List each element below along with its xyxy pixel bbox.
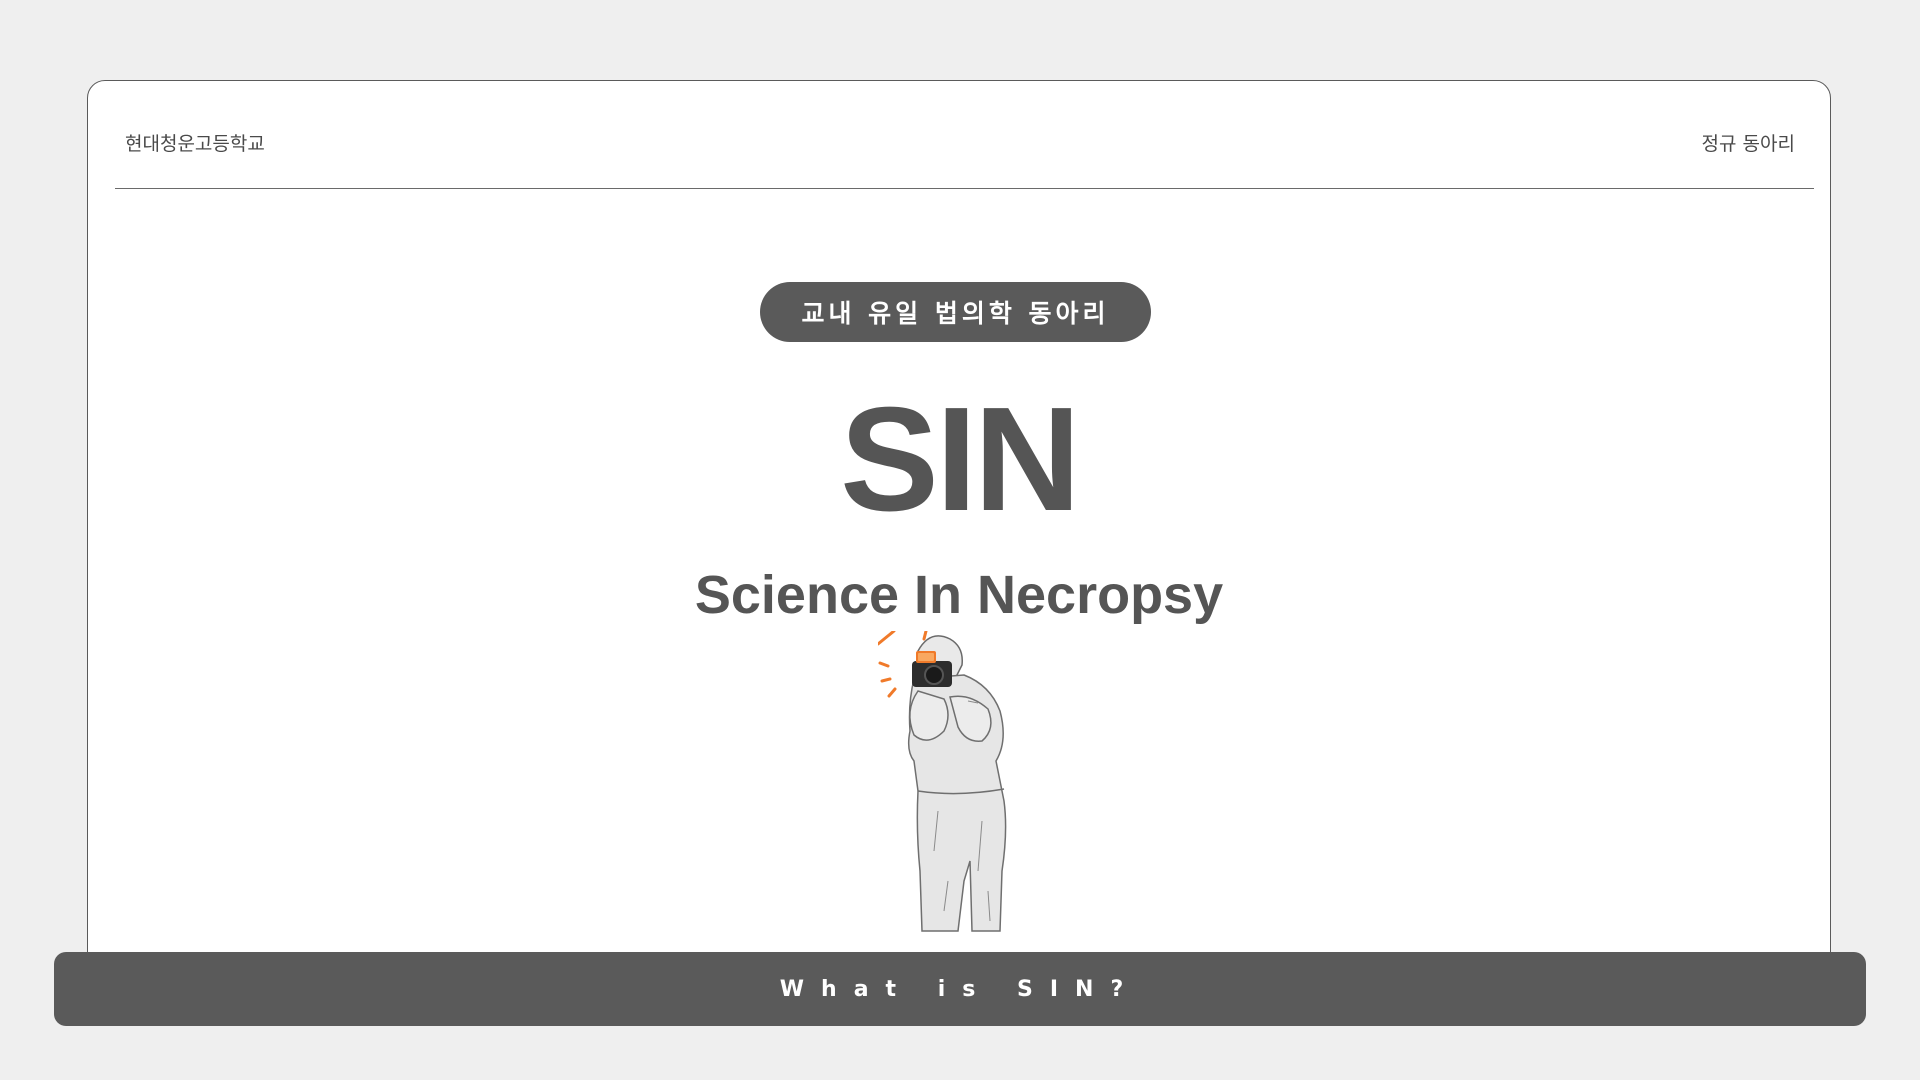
club-title: SIN [840, 377, 1081, 542]
header: 현대청운고등학교 정규 동아리 [88, 81, 1830, 189]
page: 현대청운고등학교 정규 동아리 교내 유일 법의학 동아리 SIN Scienc… [0, 0, 1920, 1080]
club-type: 정규 동아리 [1701, 133, 1795, 155]
what-is-sin-button[interactable]: What is SIN? [54, 952, 1866, 1026]
hero-card: 현대청운고등학교 정규 동아리 교내 유일 법의학 동아리 SIN Scienc… [87, 80, 1831, 980]
header-divider [115, 188, 1814, 189]
tagline-badge: 교내 유일 법의학 동아리 [760, 282, 1151, 342]
club-subtitle: Science In Necropsy [694, 565, 1224, 625]
school-name: 현대청운고등학교 [125, 133, 265, 155]
forensic-photographer-illustration [878, 631, 1007, 932]
